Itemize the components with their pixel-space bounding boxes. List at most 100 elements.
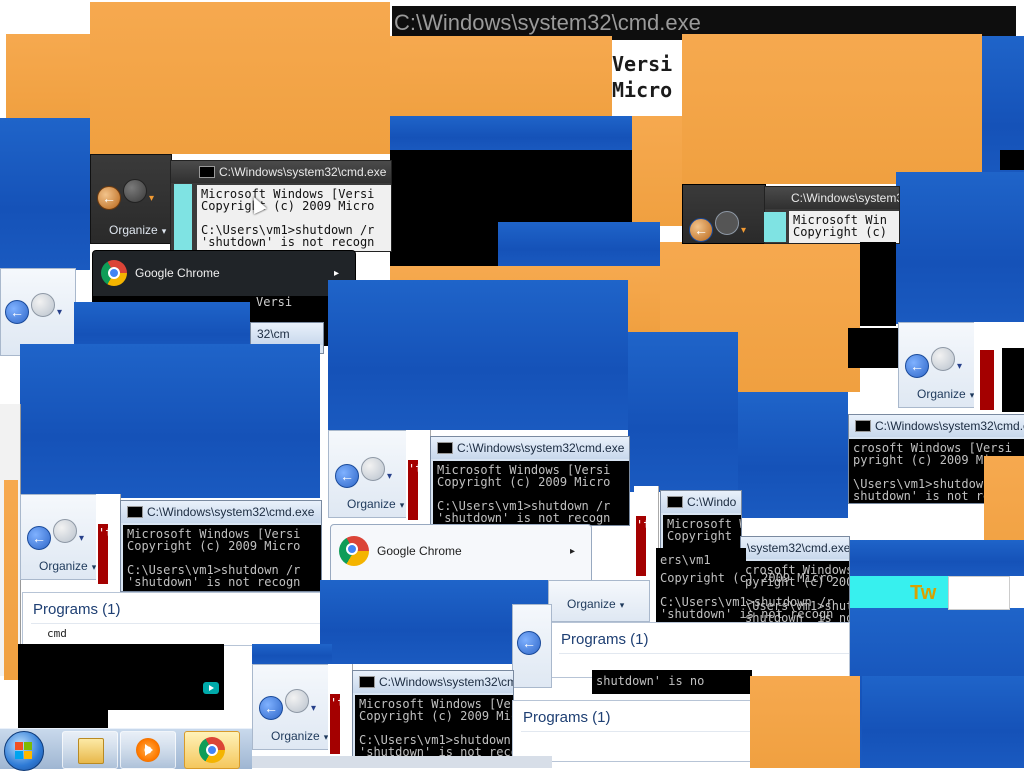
chevron-down-icon[interactable]: ▾ <box>957 361 962 372</box>
window-edge <box>980 350 994 410</box>
forward-arrow-icon[interactable] <box>53 519 77 543</box>
explorer-toolbar: ← ▾ Organize ▾ <box>328 430 408 518</box>
cmd-title-bar: C:\Windows\system32\cmd.exe <box>121 501 321 523</box>
wallpaper-tile <box>6 34 90 118</box>
wallpaper-tile <box>4 480 18 680</box>
wallpaper-tile <box>20 344 320 498</box>
video-player[interactable] <box>18 644 224 710</box>
chrome-icon <box>339 536 369 566</box>
cmd-title-bar: C:\Windo <box>661 491 741 513</box>
start-button[interactable] <box>4 731 44 771</box>
wallpaper-tile <box>896 172 1024 324</box>
wallpaper-tile <box>390 36 612 122</box>
cmd-window[interactable]: C:\Windows\system32\cmd.exe Microsoft Wi… <box>120 500 322 592</box>
console-blank <box>848 328 898 368</box>
start-menu-pane: Google Chrome ▸ <box>330 524 592 584</box>
chrome-icon <box>101 260 127 286</box>
program-item-cmd[interactable]: cmd <box>47 627 67 640</box>
explorer-toolbar: ← ▾ <box>682 184 766 244</box>
window-edge: 't <box>96 494 121 588</box>
browser-fragment <box>948 576 1010 610</box>
forward-arrow-icon[interactable] <box>31 293 55 317</box>
forward-arrow-icon[interactable] <box>715 211 739 235</box>
window-edge: 't <box>406 430 431 524</box>
back-arrow-icon[interactable]: ← <box>905 354 929 378</box>
back-arrow-icon[interactable]: ← <box>517 631 541 655</box>
start-menu-programs: Programs (1) <box>512 700 754 762</box>
youtube-icon[interactable] <box>203 682 219 694</box>
cmd-console[interactable]: Microsoft Windows [VersiCopyright (c) 20… <box>197 185 391 251</box>
chevron-down-icon[interactable]: ▾ <box>741 225 746 236</box>
organize-button[interactable]: Organize ▾ <box>109 223 166 237</box>
taskbar-chrome-button[interactable] <box>184 731 240 769</box>
console-blank <box>1002 348 1024 412</box>
cmd-console[interactable]: Microsoft Windows [VersiCopyright (c) 20… <box>123 525 321 591</box>
cmd-console[interactable]: Microsoft WinCopyright (c) <box>789 211 899 243</box>
chevron-right-icon: ▸ <box>333 267 339 279</box>
forward-arrow-icon[interactable] <box>931 347 955 371</box>
cmd-window[interactable]: C:\Windows\system32\cmd.exe Microsoft Wi… <box>430 436 630 526</box>
window-edge <box>252 756 552 768</box>
window-edge <box>174 184 192 250</box>
forward-arrow-icon[interactable] <box>123 179 147 203</box>
back-arrow-icon[interactable]: ← <box>5 300 29 324</box>
wallpaper-tile <box>628 332 738 492</box>
wallpaper-tile <box>252 644 332 664</box>
forward-arrow-icon[interactable] <box>285 689 309 713</box>
cmd-window[interactable]: C:\Windo Microsoft WinCopyright (c) <box>660 490 742 556</box>
cmd-console[interactable]: Microsoft Windows [VersiCopyright (c) 20… <box>355 695 513 761</box>
wallpaper-tile <box>498 222 660 268</box>
taskbar-media-player-button[interactable] <box>120 731 176 769</box>
wallpaper-tile <box>390 116 632 152</box>
cmd-title-bar[interactable]: C:\Windows\system32\cmd.exe <box>171 161 391 183</box>
console-blank <box>18 708 108 730</box>
wallpaper-tile <box>682 34 982 184</box>
cmd-icon <box>127 505 143 518</box>
taskbar-explorer-button[interactable] <box>62 731 118 769</box>
cmd-title-bar: C:\Windows\system32\cmd.exe <box>765 187 899 209</box>
cmd-title-bar: 32\cm <box>251 323 323 345</box>
window-edge <box>764 212 786 242</box>
organize-button[interactable]: Organize ▾ <box>271 729 328 743</box>
console-text-fragment: Versi <box>256 295 293 309</box>
back-arrow-icon[interactable]: ← <box>259 696 283 720</box>
back-arrow-icon[interactable]: ← <box>335 464 359 488</box>
browser-fragment: Tw <box>848 576 948 608</box>
chevron-down-icon[interactable]: ▾ <box>149 193 154 204</box>
explorer-toolbar: ← ▾ <box>0 268 76 356</box>
cmd-console[interactable]: Microsoft Windows [VersiCopyright (c) 20… <box>433 461 629 525</box>
console-blank <box>860 242 896 326</box>
organize-button[interactable]: Organize ▾ <box>39 559 96 573</box>
wallpaper-tile <box>738 392 848 518</box>
back-arrow-icon[interactable]: ← <box>97 186 121 210</box>
windows-logo-icon <box>15 742 33 760</box>
organize-button[interactable]: Organize ▾ <box>567 597 624 611</box>
forward-arrow-icon[interactable] <box>361 457 385 481</box>
organize-button[interactable]: Organize ▾ <box>347 497 404 511</box>
wallpaper-tile <box>0 118 90 270</box>
wallpaper-tile <box>750 676 860 768</box>
console-text-fragment: 'shutdown' is not recogn <box>660 607 834 621</box>
back-arrow-icon[interactable]: ← <box>689 218 713 242</box>
organize-button[interactable]: Organize ▾ <box>917 387 974 401</box>
cmd-window[interactable]: C:\Windows\system32\cmd.exe Microsoft Wi… <box>170 160 392 252</box>
cmd-window[interactable]: C:\Windows\system32\cmd.exe Microsoft Wi… <box>352 670 514 762</box>
wallpaper-tile <box>848 540 1024 576</box>
chevron-down-icon[interactable]: ▾ <box>57 307 62 318</box>
start-menu-item-chrome[interactable]: Google Chrome ▸ <box>339 535 583 567</box>
back-arrow-icon[interactable]: ← <box>27 526 51 550</box>
wallpaper-tile <box>632 116 682 226</box>
explorer-toolbar: ← <box>512 604 552 688</box>
chevron-down-icon[interactable]: ▾ <box>387 471 392 482</box>
cmd-title-bar: \system32\cmd.exe <box>741 537 849 559</box>
chevron-down-icon[interactable]: ▾ <box>79 533 84 544</box>
cmd-icon <box>437 441 453 454</box>
start-menu-pane: Google Chrome ▸ <box>92 250 356 302</box>
console-blank: shutdown' is no <box>592 670 752 694</box>
start-menu-programs: Programs (1) cmd <box>22 592 322 646</box>
cmd-icon <box>855 419 871 432</box>
chevron-down-icon[interactable]: ▾ <box>311 703 316 714</box>
explorer-toolbar: ← ▾ Organize ▾ <box>20 494 98 580</box>
start-menu-item-chrome[interactable]: Google Chrome ▸ <box>101 257 347 289</box>
cmd-window <box>974 322 1024 412</box>
